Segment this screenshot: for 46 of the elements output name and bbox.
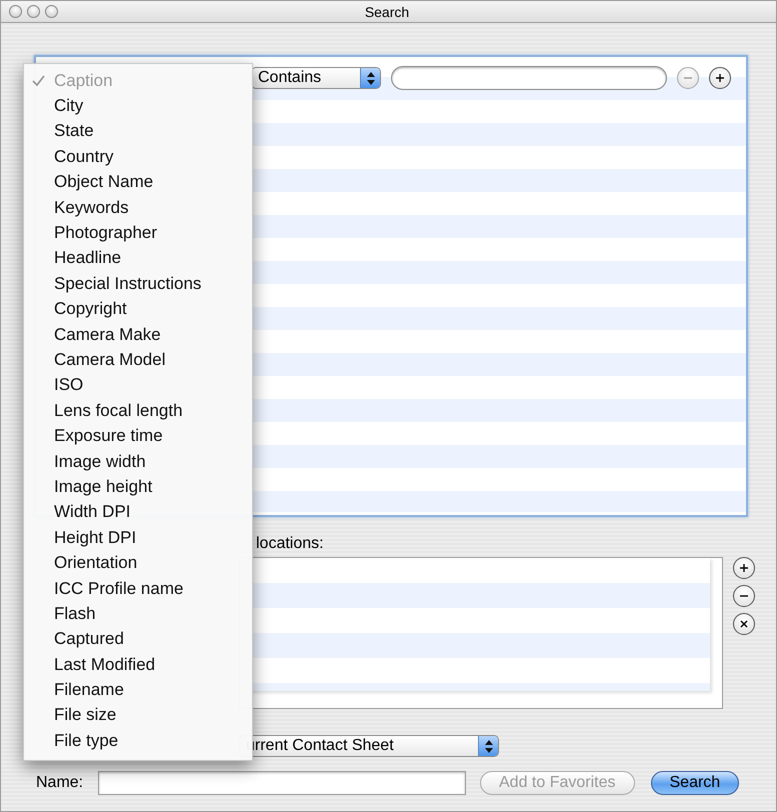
menu-item[interactable]: Flash [24,601,252,627]
menu-item[interactable]: Filename [24,677,252,703]
menu-item[interactable]: Special Instructions [24,271,252,297]
window-control-button[interactable] [45,5,58,18]
menu-item[interactable]: Image height [24,474,252,500]
minus-icon [740,595,748,597]
window-control-button[interactable] [27,5,40,18]
operator-popup[interactable]: Contains [251,67,381,89]
menu-item[interactable]: File size [24,702,252,728]
value-field[interactable] [391,66,667,90]
plus-icon [715,73,725,83]
menu-item[interactable]: Photographer [24,220,252,246]
close-icon [740,620,748,628]
add-criterion-button[interactable] [709,67,731,89]
search-button[interactable]: Search [650,771,740,795]
window-control-button[interactable] [9,5,22,18]
clear-locations-button[interactable] [733,613,755,635]
plus-icon [739,563,749,573]
remove-location-button[interactable] [733,585,755,607]
add-location-button[interactable] [733,557,755,579]
menu-item[interactable]: Keywords [24,194,252,220]
menu-item[interactable]: Camera Make [24,322,252,348]
menu-item[interactable]: Lens focal length [24,398,252,424]
menu-item[interactable]: Camera Model [24,347,252,373]
menu-item[interactable]: Copyright [24,296,252,322]
menu-item[interactable]: Country [24,144,252,170]
menu-item[interactable]: ISO [24,372,252,398]
menu-item[interactable]: State [24,118,252,144]
name-label: Name: [35,774,84,792]
menu-item[interactable]: Last Modified [24,652,252,678]
menu-item[interactable]: Orientation [24,550,252,576]
menu-item[interactable]: Exposure time [24,423,252,449]
name-field[interactable] [98,771,466,795]
menu-item[interactable]: Headline [24,246,252,272]
window-title: Search [364,4,410,20]
up-down-arrows-icon [484,740,492,752]
menu-item[interactable]: Image width [24,448,252,474]
menu-item[interactable]: Object Name [24,170,252,195]
menu-item[interactable]: Captured [24,626,252,652]
menu-item[interactable]: City [24,93,252,119]
minus-icon [684,77,692,79]
up-down-arrows-icon [366,72,374,84]
menu-item[interactable]: ICC Profile name [24,576,252,602]
menu-item[interactable]: Width DPI [24,500,252,526]
locations-label: locations: [255,535,325,554]
menu-item[interactable]: Height DPI [24,525,252,550]
